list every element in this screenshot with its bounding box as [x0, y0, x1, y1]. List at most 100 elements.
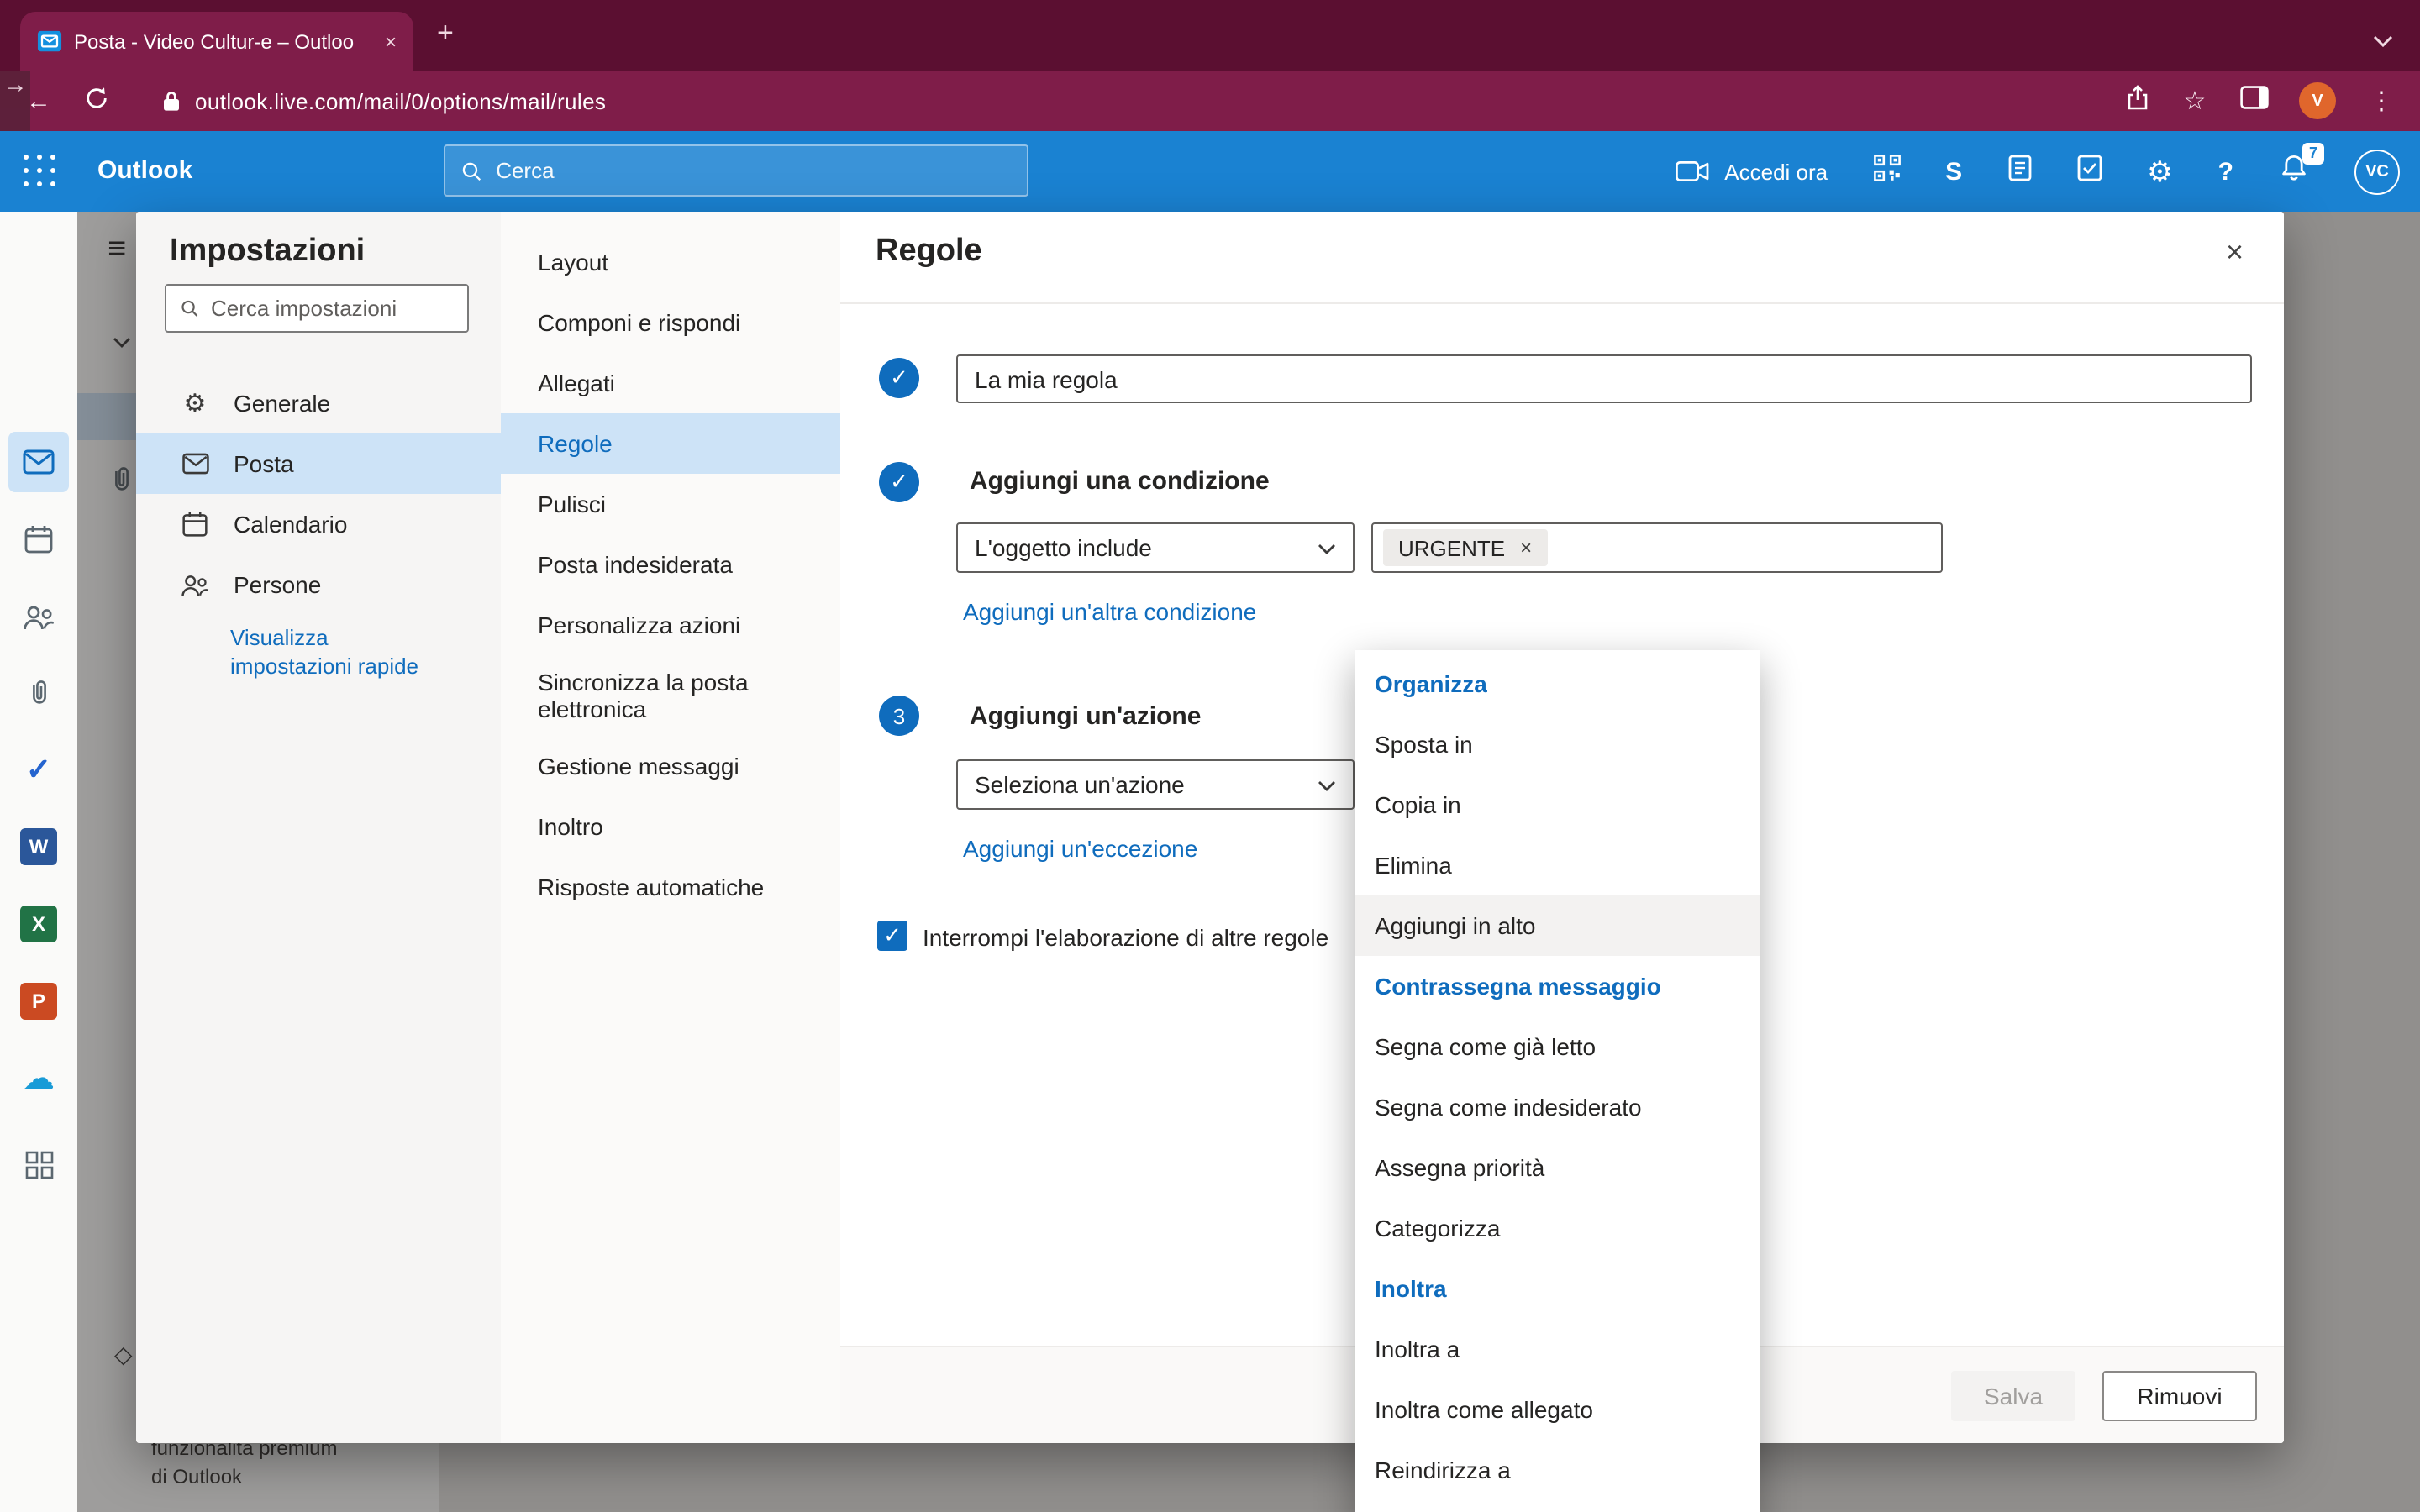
stop-processing-label: Interrompi l'elaborazione di altre regol… [923, 924, 1328, 951]
add-condition-link[interactable]: Aggiungi un'altra condizione [963, 598, 1256, 625]
window-chevron-icon[interactable] [2373, 25, 2393, 55]
onenote-icon[interactable] [2007, 154, 2031, 189]
section-risposte-automatiche[interactable]: Risposte automatiche [501, 857, 840, 917]
notifications-bell-icon[interactable]: 7 [2279, 152, 2309, 191]
section-sincronizza[interactable]: Sincronizza la posta elettronica [501, 655, 840, 736]
search-icon [180, 297, 199, 319]
settings-sidebar: Impostazioni ⚙ Generale Posta [136, 212, 501, 1443]
category-label: Persone [234, 571, 321, 598]
rail-addins-icon[interactable] [8, 1134, 69, 1194]
rail-excel-icon[interactable]: X [8, 894, 69, 954]
action-select[interactable]: Seleziona un'azione [956, 759, 1355, 810]
menu-item-segna-letto[interactable]: Segna come già letto [1355, 1016, 1760, 1077]
section-componi[interactable]: Componi e rispondi [501, 292, 840, 353]
condition-value-box[interactable]: URGENTE × [1371, 522, 1943, 573]
menu-item-categorizza[interactable]: Categorizza [1355, 1198, 1760, 1258]
side-panel-icon[interactable] [2240, 85, 2269, 117]
step2-check-circle: ✓ [879, 462, 919, 502]
gear-icon: ⚙ [180, 388, 210, 418]
menu-item-segna-indesiderato[interactable]: Segna come indesiderato [1355, 1077, 1760, 1137]
browser-profile-avatar[interactable]: V [2299, 82, 2336, 119]
menu-item-assegna-priorita[interactable]: Assegna priorità [1355, 1137, 1760, 1198]
rule-name-input[interactable] [956, 354, 2252, 403]
menu-header-inoltra: Inoltra [1355, 1258, 1760, 1319]
section-posta-indesiderata[interactable]: Posta indesiderata [501, 534, 840, 595]
address-bar-url[interactable]: outlook.live.com/mail/0/options/mail/rul… [195, 88, 606, 113]
settings-search-input[interactable] [211, 296, 454, 321]
step3-circle: 3 [879, 696, 919, 736]
suite-search-input[interactable] [496, 158, 1012, 183]
action-dropdown-menu: Organizza Sposta in Copia in Elimina Agg… [1355, 650, 1760, 1512]
rail-word-icon[interactable]: W [8, 816, 69, 877]
people-icon [180, 572, 210, 597]
category-calendario[interactable]: Calendario [136, 494, 501, 554]
rail-powerpoint-icon[interactable]: P [8, 971, 69, 1032]
settings-gear-icon[interactable]: ⚙ [2147, 157, 2173, 186]
close-icon[interactable]: × [2226, 235, 2244, 270]
suite-search-box[interactable] [444, 144, 1028, 197]
rail-mail-icon[interactable] [8, 432, 69, 492]
screen: Posta - Video Cultur-e – Outloo × + ← → … [0, 0, 2420, 1512]
search-icon [460, 159, 482, 182]
section-allegati[interactable]: Allegati [501, 353, 840, 413]
menu-item-inoltra-a[interactable]: Inoltra a [1355, 1319, 1760, 1379]
tasks-icon[interactable] [2076, 154, 2102, 189]
rules-header: Regole × [840, 212, 2284, 304]
app-launcher-icon[interactable] [24, 155, 57, 188]
condition-select[interactable]: L'oggetto include [956, 522, 1355, 573]
chip-remove-icon[interactable]: × [1520, 536, 1532, 559]
section-inoltro[interactable]: Inoltro [501, 796, 840, 857]
rules-title: Regole [876, 234, 982, 270]
menu-item-aggiungi-in-alto[interactable]: Aggiungi in alto [1355, 895, 1760, 956]
category-persone[interactable]: Persone [136, 554, 501, 615]
add-exception-link[interactable]: Aggiungi un'eccezione [963, 835, 1197, 862]
rail-people-icon[interactable] [8, 586, 69, 647]
browser-tab[interactable]: Posta - Video Cultur-e – Outloo × [20, 12, 413, 71]
settings-sections: Layout Componi e rispondi Allegati Regol… [501, 212, 840, 1443]
category-generale[interactable]: ⚙ Generale [136, 373, 501, 433]
menu-item-copia-in[interactable]: Copia in [1355, 774, 1760, 835]
settings-search-box[interactable] [165, 284, 469, 333]
forward-icon[interactable]: → [0, 71, 30, 131]
section-regole[interactable]: Regole [501, 413, 840, 474]
remove-button[interactable]: Rimuovi [2102, 1370, 2257, 1420]
category-posta[interactable]: Posta [136, 433, 501, 494]
lock-icon[interactable] [161, 89, 182, 113]
reload-icon[interactable] [81, 85, 111, 117]
signin-label: Accedi ora [1724, 159, 1828, 184]
menu-item-inoltra-allegato[interactable]: Inoltra come allegato [1355, 1379, 1760, 1440]
rail-todo-icon[interactable]: ✓ [8, 739, 69, 800]
mail-icon [180, 452, 210, 475]
menu-item-reindirizza-a[interactable]: Reindirizza a [1355, 1440, 1760, 1500]
save-button[interactable]: Salva [1951, 1370, 2075, 1420]
new-tab-button[interactable]: + [437, 17, 454, 50]
video-camera-icon [1676, 160, 1709, 183]
share-icon[interactable] [2126, 83, 2149, 118]
suite-header: Outlook Accedi ora S ⚙ ? 7 [0, 131, 2420, 212]
help-icon[interactable]: ? [2218, 159, 2233, 184]
section-personalizza-azioni[interactable]: Personalizza azioni [501, 595, 840, 655]
check-icon: ✓ [890, 469, 908, 496]
app-rail: ✓ W X P ☁ [0, 212, 77, 1512]
skype-icon[interactable]: S [1945, 157, 1962, 186]
settings-title: Impostazioni [170, 234, 365, 270]
tab-close-icon[interactable]: × [385, 29, 397, 53]
section-layout[interactable]: Layout [501, 232, 840, 292]
qr-code-icon[interactable] [1873, 154, 1900, 189]
browser-menu-icon[interactable]: ⋮ [2366, 86, 2396, 116]
menu-header-organizza: Organizza [1355, 654, 1760, 714]
meet-now-signin[interactable]: Accedi ora [1676, 159, 1828, 184]
rail-onedrive-icon[interactable]: ☁ [8, 1048, 69, 1109]
bookmark-star-icon[interactable]: ☆ [2180, 86, 2210, 116]
action-heading: Aggiungi un'azione [970, 702, 1201, 731]
menu-item-sposta-in[interactable]: Sposta in [1355, 714, 1760, 774]
quick-settings-link[interactable]: Visualizza impostazioni rapide [230, 625, 455, 682]
account-avatar[interactable]: VC [2354, 149, 2400, 194]
section-pulisci[interactable]: Pulisci [501, 474, 840, 534]
stop-processing-checkbox[interactable]: ✓ [877, 921, 908, 951]
chevron-down-icon [1318, 542, 1336, 554]
section-gestione-messaggi[interactable]: Gestione messaggi [501, 736, 840, 796]
menu-item-elimina[interactable]: Elimina [1355, 835, 1760, 895]
rail-calendar-icon[interactable] [8, 509, 69, 570]
rail-attachments-icon[interactable] [8, 662, 69, 722]
